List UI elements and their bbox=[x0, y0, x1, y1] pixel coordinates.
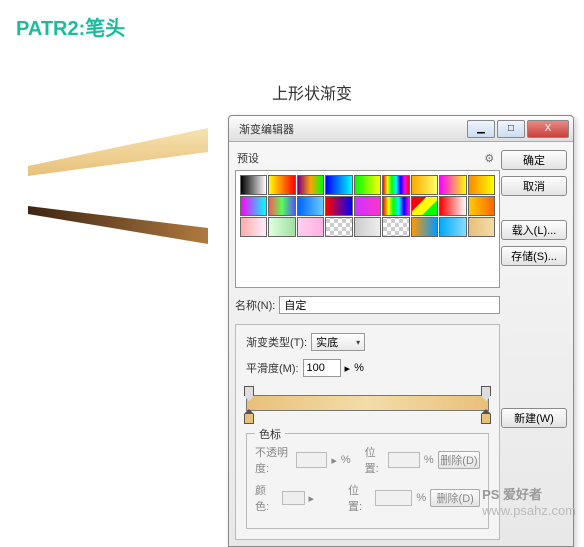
position-label-2: 位置: bbox=[348, 482, 371, 514]
stops-legend: 色标 bbox=[255, 426, 285, 442]
preset-swatch[interactable] bbox=[354, 217, 381, 237]
presets-label: 预设 ⚙ bbox=[237, 150, 500, 166]
swatch-grid bbox=[240, 175, 495, 237]
preset-swatch[interactable] bbox=[325, 217, 352, 237]
chevron-right-icon[interactable]: ▸ bbox=[345, 362, 351, 375]
load-button[interactable]: 载入(L)... bbox=[501, 220, 567, 240]
preset-swatch[interactable] bbox=[468, 196, 495, 216]
preset-swatch[interactable] bbox=[297, 175, 324, 195]
preset-swatch[interactable] bbox=[240, 196, 267, 216]
gradient-bar[interactable] bbox=[246, 395, 489, 415]
preset-swatch[interactable] bbox=[354, 175, 381, 195]
color-label: 颜色: bbox=[255, 482, 278, 514]
opacity-input bbox=[296, 452, 328, 468]
gradient-type-value: 实底 bbox=[316, 334, 338, 350]
presets-label-text: 预设 bbox=[237, 150, 259, 166]
window-minimize-button[interactable]: ▁ bbox=[467, 120, 495, 138]
delete-stop-button: 删除(D) bbox=[438, 451, 481, 469]
gradient-editor-dialog: 渐变编辑器 ▁ □ X 预设 ⚙ 名称(N): 渐变类型(T): 实底 bbox=[228, 115, 574, 547]
watermark-brand: PS 爱好者 bbox=[482, 487, 542, 502]
gradient-type-label: 渐变类型(T): bbox=[246, 334, 307, 350]
window-close-button[interactable]: X bbox=[527, 120, 569, 138]
position-input-2 bbox=[375, 490, 412, 506]
preset-swatch[interactable] bbox=[268, 217, 295, 237]
page-header: PATR2:笔头 bbox=[0, 0, 584, 53]
preset-swatch[interactable] bbox=[297, 196, 324, 216]
subtitle: 上形状渐变 bbox=[272, 80, 352, 104]
preset-swatch[interactable] bbox=[240, 175, 267, 195]
watermark-url: www.psahz.com bbox=[482, 503, 576, 518]
gear-icon[interactable]: ⚙ bbox=[484, 152, 494, 165]
preset-swatch[interactable] bbox=[439, 175, 466, 195]
delete-color-button: 删除(D) bbox=[430, 489, 480, 507]
preset-swatch[interactable] bbox=[268, 196, 295, 216]
dialog-titlebar[interactable]: 渐变编辑器 ▁ □ X bbox=[229, 116, 573, 142]
preset-swatch[interactable] bbox=[382, 175, 409, 195]
gradient-type-select[interactable]: 实底 ▾ bbox=[311, 333, 365, 351]
smoothness-label: 平滑度(M): bbox=[246, 360, 299, 376]
color-swatch bbox=[282, 491, 304, 505]
preset-swatch[interactable] bbox=[468, 217, 495, 237]
preset-swatch[interactable] bbox=[411, 175, 438, 195]
preset-swatch[interactable] bbox=[411, 217, 438, 237]
color-stop-right[interactable] bbox=[481, 414, 491, 424]
preset-swatch[interactable] bbox=[468, 175, 495, 195]
preset-swatch[interactable] bbox=[240, 217, 267, 237]
new-button[interactable]: 新建(W) bbox=[501, 408, 567, 428]
ok-button[interactable]: 确定 bbox=[501, 150, 567, 170]
position-label: 位置: bbox=[365, 444, 385, 476]
smoothness-input[interactable] bbox=[303, 359, 341, 377]
presets-panel bbox=[235, 170, 500, 288]
opacity-label: 不透明度: bbox=[255, 444, 292, 476]
preset-swatch[interactable] bbox=[439, 196, 466, 216]
preset-swatch[interactable] bbox=[354, 196, 381, 216]
position-input bbox=[388, 452, 420, 468]
name-label: 名称(N): bbox=[235, 297, 275, 313]
save-button[interactable]: 存储(S)... bbox=[501, 246, 567, 266]
gradient-settings-group: 渐变类型(T): 实底 ▾ 平滑度(M): ▸ % bbox=[235, 324, 500, 540]
opacity-stop-left[interactable] bbox=[244, 386, 254, 396]
preset-swatch[interactable] bbox=[439, 217, 466, 237]
preset-swatch[interactable] bbox=[411, 196, 438, 216]
preset-swatch[interactable] bbox=[325, 175, 352, 195]
preset-swatch[interactable] bbox=[382, 196, 409, 216]
dialog-title: 渐变编辑器 bbox=[239, 121, 294, 137]
watermark: PS 爱好者 www.psahz.com bbox=[482, 484, 576, 518]
pencil-tip-shape-top bbox=[20, 120, 210, 180]
window-maximize-button[interactable]: □ bbox=[497, 120, 525, 138]
chevron-down-icon: ▾ bbox=[356, 338, 360, 347]
percent-label-3: % bbox=[424, 454, 434, 466]
preset-swatch[interactable] bbox=[325, 196, 352, 216]
pencil-tip-shape-bottom bbox=[20, 200, 210, 250]
percent-label: % bbox=[354, 362, 364, 374]
color-stop-left[interactable] bbox=[244, 414, 254, 424]
preset-swatch[interactable] bbox=[297, 217, 324, 237]
preset-swatch[interactable] bbox=[268, 175, 295, 195]
percent-label-4: % bbox=[416, 492, 426, 504]
gradient-preview bbox=[246, 395, 489, 411]
preset-swatch[interactable] bbox=[382, 217, 409, 237]
percent-label-2: % bbox=[341, 454, 351, 466]
cancel-button[interactable]: 取消 bbox=[501, 176, 567, 196]
opacity-stop-right[interactable] bbox=[481, 386, 491, 396]
stops-fieldset: 色标 不透明度: ▸ % 位置: % 删除(D) 颜色: ▸ 位置: bbox=[246, 433, 489, 529]
name-input[interactable] bbox=[279, 296, 500, 314]
